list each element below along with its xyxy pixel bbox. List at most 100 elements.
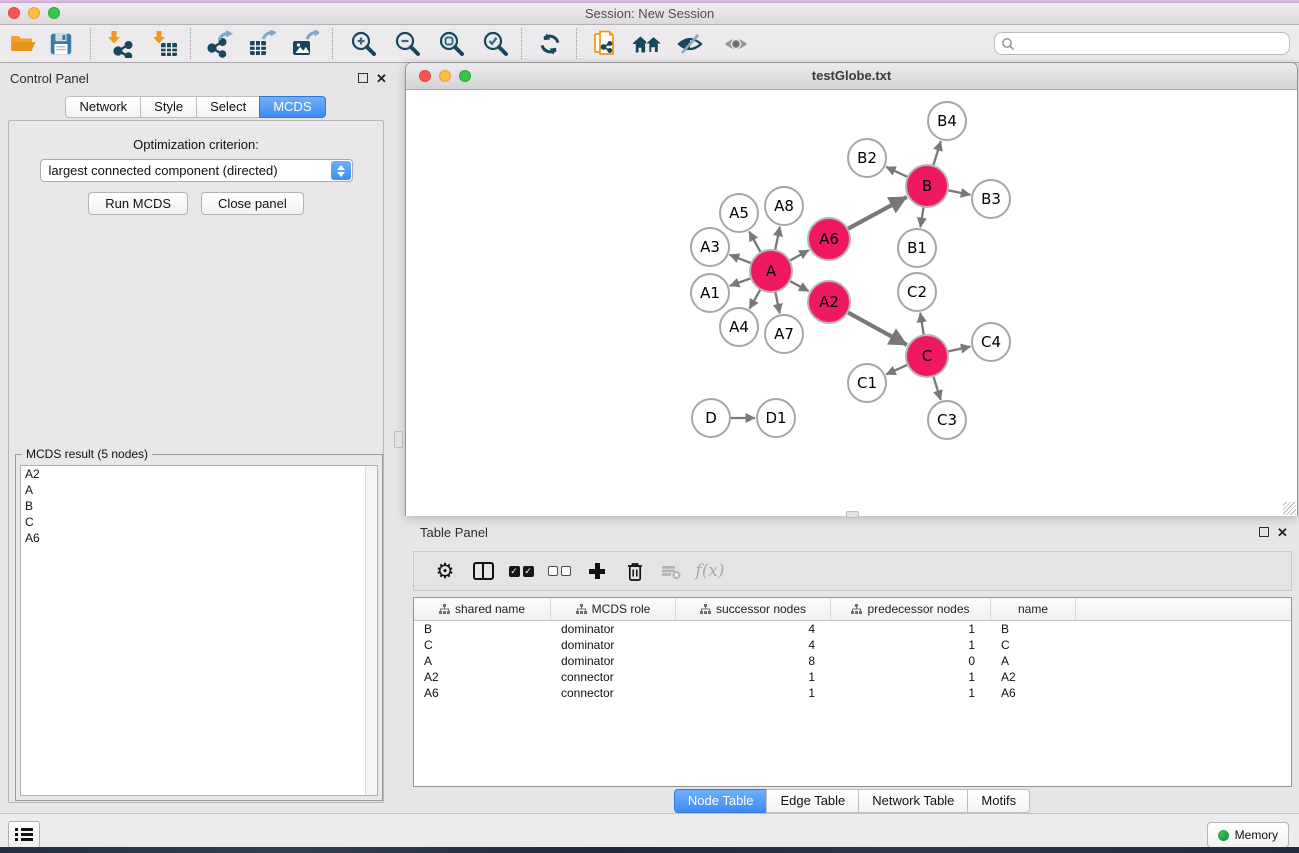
- network-window-titlebar[interactable]: testGlobe.txt: [406, 63, 1297, 90]
- clone-network-button[interactable]: [586, 27, 624, 60]
- run-mcds-button[interactable]: Run MCDS: [88, 192, 188, 215]
- column-header-shared-name[interactable]: shared name: [414, 598, 551, 620]
- graph-node-label-C: C: [922, 347, 932, 365]
- export-network-button[interactable]: [200, 27, 238, 60]
- optimization-criterion-dropdown[interactable]: largest connected component (directed): [40, 159, 353, 182]
- cell-shared-name: A6: [414, 685, 551, 701]
- mcds-result-item[interactable]: A2: [21, 466, 377, 482]
- table-panel-close-icon[interactable]: [1277, 526, 1288, 539]
- graph-edge-A6-B[interactable]: [847, 197, 907, 230]
- home-layout-button[interactable]: [628, 27, 666, 60]
- tab-style[interactable]: Style: [140, 96, 197, 118]
- graph-edge-A-A5[interactable]: [749, 231, 761, 253]
- dropdown-value: largest connected component (directed): [41, 160, 352, 181]
- refresh-button[interactable]: [531, 27, 569, 60]
- tab-network[interactable]: Network: [65, 96, 141, 118]
- cell-predecessor-nodes: 1: [831, 621, 991, 637]
- graph-edge-C-C3[interactable]: [933, 375, 941, 400]
- list-scrollbar[interactable]: [365, 466, 377, 795]
- graph-edge-A-A8[interactable]: [775, 227, 780, 252]
- import-table-button[interactable]: [145, 27, 183, 60]
- cell-predecessor-nodes: 0: [831, 653, 991, 669]
- tab-mcds[interactable]: MCDS: [259, 96, 325, 118]
- graph-edge-B-B1[interactable]: [920, 206, 923, 228]
- function-builder-button[interactable]: f(x): [688, 552, 732, 590]
- tab-select[interactable]: Select: [196, 96, 260, 118]
- graph-node-label-B: B: [922, 177, 932, 195]
- vertical-divider-grip[interactable]: [394, 431, 403, 448]
- column-header-mcds-role[interactable]: MCDS role: [551, 598, 676, 620]
- select-all-button[interactable]: [504, 552, 538, 590]
- export-table-button[interactable]: [243, 27, 281, 60]
- resize-grip-icon[interactable]: [1283, 502, 1296, 515]
- tab-network-table[interactable]: Network Table: [858, 789, 968, 813]
- graph-edge-B-B4[interactable]: [933, 141, 941, 167]
- table-row[interactable]: Adominator80A: [414, 653, 1291, 669]
- graph-edge-A-A1[interactable]: [730, 278, 752, 286]
- table-row[interactable]: A6connector11A6: [414, 685, 1291, 701]
- graph-edge-A-A6[interactable]: [789, 250, 809, 261]
- graph-node-label-B4: B4: [937, 112, 957, 130]
- table-header-row: shared nameMCDS rolesuccessor nodesprede…: [414, 598, 1291, 621]
- control-panel-float-icon[interactable]: [358, 73, 368, 83]
- tab-node-table[interactable]: Node Table: [674, 789, 768, 813]
- graph-edge-C-C4[interactable]: [947, 346, 971, 351]
- memory-button[interactable]: Memory: [1207, 822, 1289, 848]
- graph-edge-C-C1[interactable]: [886, 364, 909, 374]
- mcds-result-item[interactable]: B: [21, 498, 377, 514]
- export-image-icon: [291, 30, 319, 58]
- dropdown-stepper-icon: [331, 161, 351, 180]
- save-session-button[interactable]: [42, 27, 80, 60]
- open-session-button[interactable]: [4, 27, 42, 60]
- column-tree-icon: [439, 604, 450, 614]
- zoom-selected-button[interactable]: [476, 27, 514, 60]
- close-panel-button[interactable]: Close panel: [201, 192, 304, 215]
- horizontal-divider-grip[interactable]: [846, 511, 859, 518]
- tab-motifs[interactable]: Motifs: [967, 789, 1030, 813]
- graph-edge-B-B2[interactable]: [886, 167, 909, 178]
- graph-edge-A-A4[interactable]: [749, 288, 761, 308]
- graph-edge-C-C2[interactable]: [920, 313, 924, 336]
- column-header-predecessor-nodes[interactable]: predecessor nodes: [831, 598, 991, 620]
- zoom-fit-button[interactable]: [432, 27, 470, 60]
- memory-label: Memory: [1235, 828, 1278, 842]
- export-image-button[interactable]: [286, 27, 324, 60]
- cell-successor-nodes: 4: [676, 637, 831, 653]
- column-header-name[interactable]: name: [991, 598, 1076, 620]
- zoom-in-button[interactable]: [344, 27, 382, 60]
- add-row-button[interactable]: [580, 552, 614, 590]
- hide-panels-button[interactable]: [671, 27, 709, 60]
- clone-network-icon: [591, 30, 619, 58]
- graph-node-label-D: D: [705, 409, 717, 427]
- import-network-button[interactable]: [100, 27, 138, 60]
- graph-edge-A-A7[interactable]: [775, 291, 780, 314]
- save-floppy-icon: [48, 31, 74, 57]
- graph-edge-B-B3[interactable]: [947, 190, 971, 195]
- table-row[interactable]: Cdominator41C: [414, 637, 1291, 653]
- mcds-result-item[interactable]: C: [21, 514, 377, 530]
- table-row[interactable]: A2connector11A2: [414, 669, 1291, 685]
- table-settings-button[interactable]: [428, 552, 462, 590]
- graph-edge-A-A2[interactable]: [789, 280, 809, 291]
- column-header-successor-nodes[interactable]: successor nodes: [676, 598, 831, 620]
- cell-successor-nodes: 1: [676, 685, 831, 701]
- mcds-result-item[interactable]: A: [21, 482, 377, 498]
- delete-row-button[interactable]: [618, 552, 652, 590]
- tab-edge-table[interactable]: Edge Table: [766, 789, 859, 813]
- delete-table-button[interactable]: [654, 552, 688, 590]
- zoom-out-button[interactable]: [388, 27, 426, 60]
- search-input[interactable]: [1015, 36, 1289, 52]
- graph-edge-A-A3[interactable]: [730, 255, 753, 264]
- unselect-all-button[interactable]: [542, 552, 576, 590]
- mcds-result-item[interactable]: A6: [21, 530, 377, 546]
- graph-node-label-C3: C3: [937, 411, 957, 429]
- table-row[interactable]: Bdominator41B: [414, 621, 1291, 637]
- show-columns-button[interactable]: [466, 552, 500, 590]
- network-canvas[interactable]: B4B2BB3A8A5A6A3B1AC2A1A2A4A7C4CC1DD1C3: [406, 90, 1297, 516]
- toolbar-separator: [521, 28, 522, 59]
- graph-edge-A2-C[interactable]: [847, 312, 907, 345]
- table-panel-float-icon[interactable]: [1259, 527, 1269, 537]
- task-history-button[interactable]: [8, 821, 40, 848]
- control-panel-close-icon[interactable]: [376, 72, 387, 85]
- show-eye-button[interactable]: [717, 27, 755, 60]
